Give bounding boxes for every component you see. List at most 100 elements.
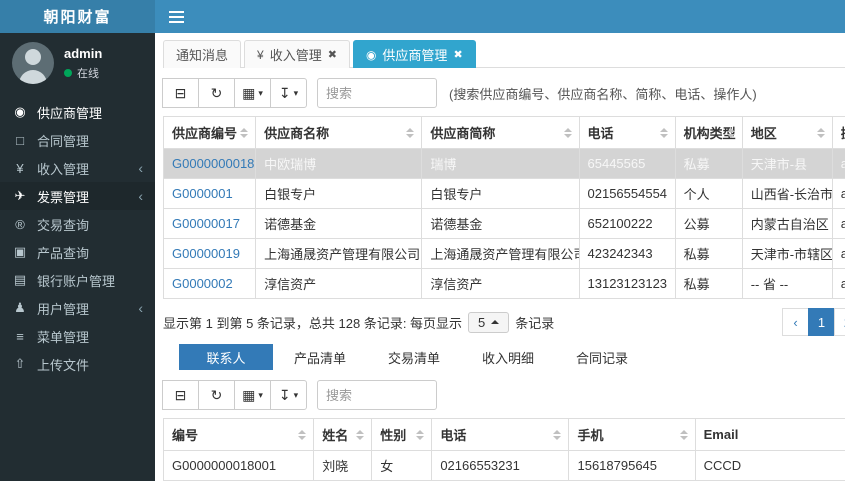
- subtab-contacts[interactable]: 联系人: [179, 344, 273, 370]
- close-icon[interactable]: ✖: [328, 48, 337, 61]
- col-region[interactable]: 地区: [741, 116, 833, 149]
- supplier-code-link[interactable]: G0000002: [172, 276, 233, 291]
- sidebar-item-label: 产品查询: [37, 245, 90, 261]
- avatar: [12, 42, 54, 84]
- sidebar-item-icon: ▤: [13, 272, 27, 287]
- supplier-code-link[interactable]: G00000017: [172, 216, 240, 231]
- sidebar-item-label: 银行账户管理: [37, 273, 116, 289]
- sidebar-toggle-button[interactable]: [169, 10, 184, 23]
- sidebar-item-menu-management[interactable]: ≡ 菜单管理 ‹: [0, 322, 155, 350]
- supplier-search-input[interactable]: [317, 78, 437, 108]
- 白银专户[interactable]: G0000001 白银专户 白银专户 02156554554 个人 山西省-长治…: [162, 178, 845, 209]
- online-status-icon: [64, 68, 72, 77]
- sort-icon: [563, 127, 572, 138]
- brand-title[interactable]: 朝阳财富: [0, 0, 155, 33]
- sidebar-item-label: 收入管理: [37, 161, 90, 177]
- sort-icon: [726, 127, 735, 138]
- supplier-name-cell: 诺德基金: [255, 208, 423, 239]
- 淳信资产[interactable]: G0000002 淳信资产 淳信资产 13123123123 私募 -- 省 -…: [162, 268, 845, 299]
- sidebar-item-icon: ✈: [14, 188, 26, 203]
- col-contact-code[interactable]: 编号: [162, 418, 315, 451]
- column-header-label: 操作人: [841, 126, 845, 141]
- content-area: 通知消息 ✖ ¥ 收入管理 ✖ ◉ 供应商管理 ✖: [155, 33, 845, 481]
- 上海通晟资产管理有限公司[interactable]: G00000019 上海通晟资产管理有限公司 上海通晟资产管理有限公司 4232…: [162, 238, 845, 269]
- col-contact-name[interactable]: 姓名: [313, 418, 373, 451]
- export-button[interactable]: ↧ ▾: [270, 78, 307, 108]
- supplier-type-cell: 公募: [674, 208, 743, 239]
- sidebar-item-transaction-query[interactable]: ® 交易查询 ‹: [0, 210, 155, 238]
- sort-icon: [816, 127, 825, 138]
- tab-income-management[interactable]: ¥ 收入管理 ✖: [244, 40, 350, 68]
- export-button[interactable]: ↧ ▾: [270, 380, 307, 410]
- columns-button[interactable]: ▦ ▾: [234, 380, 271, 410]
- column-header-label: 电话: [587, 126, 614, 141]
- supplier-phone-cell: 652100222: [578, 208, 676, 239]
- pager-page-2[interactable]: 2: [834, 308, 845, 336]
- col-supplier-code[interactable]: 供应商编号: [162, 116, 257, 149]
- toolbar-button-icon: ▦: [242, 386, 256, 403]
- tab-icon: ◉: [365, 47, 377, 62]
- contact-gender-cell: 女: [371, 450, 433, 481]
- supplier-code-link[interactable]: G0000000018: [172, 156, 254, 171]
- supplier-region-cell: -- 省 --: [741, 268, 833, 299]
- subtab-product-list[interactable]: 产品清单: [273, 344, 367, 370]
- sidebar-item-icon: ≡: [16, 328, 24, 344]
- tab-notifications[interactable]: 通知消息 ✖: [163, 40, 242, 68]
- main-area: 通知消息 ✖ ¥ 收入管理 ✖ ◉ 供应商管理 ✖: [155, 0, 845, 481]
- top-navbar: [155, 0, 845, 33]
- contact-name-cell: 刘晓: [313, 450, 373, 481]
- subtab-transaction-list[interactable]: 交易清单: [367, 344, 461, 370]
- sidebar-item-invoice-management[interactable]: ✈ 发票管理 ‹: [0, 182, 155, 210]
- sidebar-item-supplier-management[interactable]: ◉ 供应商管理 ‹: [0, 98, 155, 126]
- tab-supplier-management[interactable]: ◉ 供应商管理 ✖: [352, 40, 476, 68]
- 刘晓[interactable]: G0000000018001 刘晓 女 02166553231 15618795…: [162, 450, 845, 481]
- 诺德基金[interactable]: G00000017 诺德基金 诺德基金 652100222 公募 内蒙古自治区 …: [162, 208, 845, 239]
- subtab-contract-records[interactable]: 合同记录: [555, 344, 649, 370]
- detail-tabs: 联系人 产品清单 交易清单 收入明细 合同记录: [179, 344, 845, 370]
- pager-prev[interactable]: ‹: [782, 308, 809, 336]
- supplier-region-cell: 天津市-市辖区: [741, 238, 833, 269]
- caret-down-icon: ▾: [293, 389, 299, 400]
- col-supplier-short-name[interactable]: 供应商简称: [421, 116, 580, 149]
- refresh-button[interactable]: ↻ ▾: [198, 380, 235, 410]
- caret-down-icon: ▾: [258, 87, 263, 98]
- supplier-code-link[interactable]: G00000019: [172, 246, 240, 261]
- sidebar-item-user-management[interactable]: ♟ 用户管理 ‹: [0, 294, 155, 322]
- caret-up-icon: [491, 320, 500, 324]
- paging-toggle-button[interactable]: ⊟ ▾: [162, 380, 199, 410]
- toolbar-button-icon: ↻: [210, 386, 223, 403]
- paging-toggle-button[interactable]: ⊟ ▾: [162, 78, 199, 108]
- col-contact-phone[interactable]: 电话: [431, 418, 570, 451]
- supplier-short-name-cell: 白银专户: [421, 178, 580, 209]
- col-supplier-name[interactable]: 供应商名称: [255, 116, 423, 149]
- supplier-name-cell: 上海通晟资产管理有限公司: [255, 238, 423, 269]
- supplier-type-cell: 私募: [674, 268, 743, 299]
- supplier-code-link[interactable]: G0000001: [172, 186, 233, 201]
- supplier-short-name-cell: 诺德基金: [421, 208, 580, 239]
- sidebar-item-icon: ▣: [13, 244, 27, 259]
- sidebar-item-income-management[interactable]: ¥ 收入管理 ‹: [0, 154, 155, 182]
- refresh-button[interactable]: ↻ ▾: [198, 78, 235, 108]
- 中欧瑞博[interactable]: G0000000018 中欧瑞博 瑞博 65445565 私募 天津市-县 ad…: [162, 148, 845, 179]
- sidebar-item-bank-account-management[interactable]: ▤ 银行账户管理 ‹: [0, 266, 155, 294]
- subtab-income-detail[interactable]: 收入明细: [461, 344, 555, 370]
- contact-search-input[interactable]: [317, 380, 437, 410]
- col-phone[interactable]: 电话: [578, 116, 676, 149]
- col-gender[interactable]: 性别: [371, 418, 433, 451]
- col-institution-type[interactable]: 机构类型: [674, 116, 743, 149]
- user-panel: admin 在线: [0, 33, 155, 94]
- column-header-label: 供应商名称: [264, 126, 330, 141]
- contact-table-header-row: 编号 姓名 性别 电话 手机 Email: [162, 418, 845, 451]
- page-size-dropdown[interactable]: 5: [468, 311, 510, 333]
- sidebar-item-upload-file[interactable]: ⇧ 上传文件 ‹: [0, 350, 155, 378]
- col-mobile[interactable]: 手机: [568, 418, 696, 451]
- pager-page-1[interactable]: 1: [808, 308, 835, 336]
- col-operator[interactable]: 操作人: [831, 116, 845, 149]
- sort-icon: [356, 429, 365, 440]
- tab-label: 供应商管理: [382, 48, 448, 63]
- close-icon[interactable]: ✖: [453, 48, 462, 61]
- sidebar-item-contract-management[interactable]: □ 合同管理 ‹: [0, 126, 155, 154]
- columns-button[interactable]: ▦ ▾: [234, 78, 271, 108]
- sidebar-item-product-query[interactable]: ▣ 产品查询 ‹: [0, 238, 155, 266]
- col-email[interactable]: Email: [694, 418, 845, 451]
